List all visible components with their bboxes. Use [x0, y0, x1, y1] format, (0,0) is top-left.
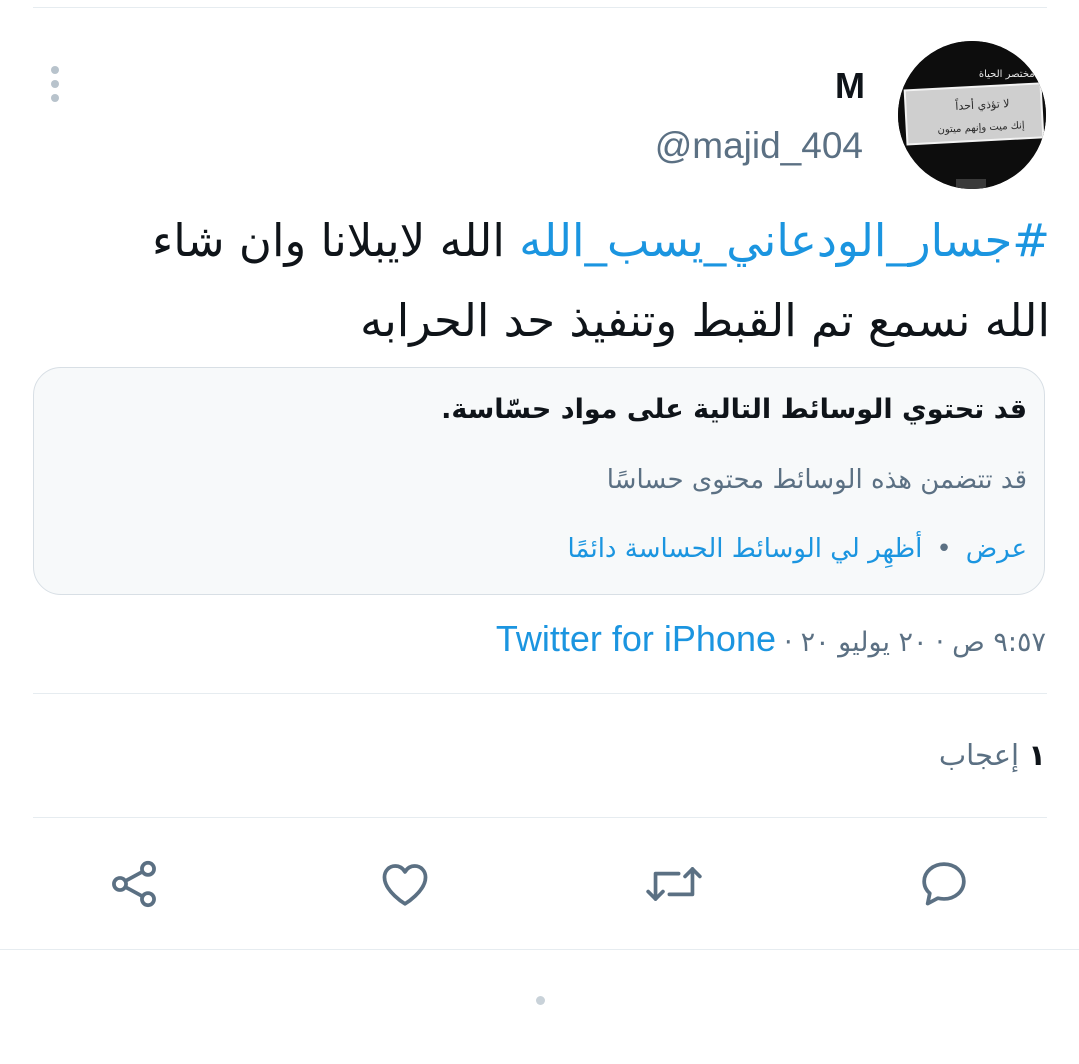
reply-icon: [922, 862, 966, 906]
heart-icon: [382, 864, 428, 906]
page-indicator: [536, 996, 545, 1005]
share-button[interactable]: [102, 852, 166, 916]
like-button[interactable]: [373, 852, 437, 916]
reply-button[interactable]: [912, 852, 976, 916]
retweet-icon: [646, 867, 702, 901]
likes-label: إعجاب: [938, 738, 1020, 772]
actions-separator: •: [936, 534, 952, 564]
author-name[interactable]: M: [835, 64, 865, 108]
svg-text:مختصر الحياة:: مختصر الحياة:: [979, 69, 1038, 80]
tweet-metadata: Twitter for iPhone · ٢٠ يوليو ٢٠ · ٩:٥٧ ص: [496, 615, 1046, 667]
top-divider: [33, 7, 1047, 8]
sensitive-warning-actions: عرض • أظهِر لي الوسائط الحساسة دائمًا: [568, 527, 1028, 571]
always-show-sensitive-link[interactable]: أظهِر لي الوسائط الحساسة دائمًا: [568, 534, 923, 564]
hashtag-link[interactable]: #جسار_الودعاني_يسب_الله: [519, 214, 1050, 267]
avatar[interactable]: مختصر الحياة: لا تؤذي أحداً إنك ميت وإنه…: [898, 41, 1046, 189]
view-media-link[interactable]: عرض: [966, 534, 1027, 564]
tweet-source-link[interactable]: Twitter for iPhone: [496, 618, 776, 659]
more-options-icon[interactable]: [49, 66, 61, 106]
sensitive-warning-description: قد تتضمن هذه الوسائط محتوى حساسًا: [606, 465, 1027, 495]
likes-number: ١: [1028, 738, 1046, 772]
meta-separator: ·: [783, 627, 793, 658]
share-icon: [112, 860, 156, 908]
sensitive-warning-title: قد تحتوي الوسائط التالية على مواد حسّاسة…: [441, 394, 1027, 425]
avatar-image: مختصر الحياة: لا تؤذي أحداً إنك ميت وإنه…: [898, 41, 1046, 189]
author-handle[interactable]: @majid_404: [655, 124, 863, 168]
likes-count[interactable]: ١ إعجاب: [939, 731, 1046, 779]
tweet-date[interactable]: ٢٠ يوليو ٢٠: [801, 627, 928, 658]
divider: [33, 693, 1047, 694]
tweet-text: #جسار_الودعاني_يسب_الله الله لايبلانا وا…: [110, 201, 1050, 361]
retweet-button[interactable]: [642, 852, 706, 916]
divider: [33, 817, 1047, 818]
meta-separator-2: ·: [935, 627, 945, 658]
bottom-divider: [0, 949, 1079, 950]
tweet-time[interactable]: ٩:٥٧ ص: [952, 627, 1046, 658]
